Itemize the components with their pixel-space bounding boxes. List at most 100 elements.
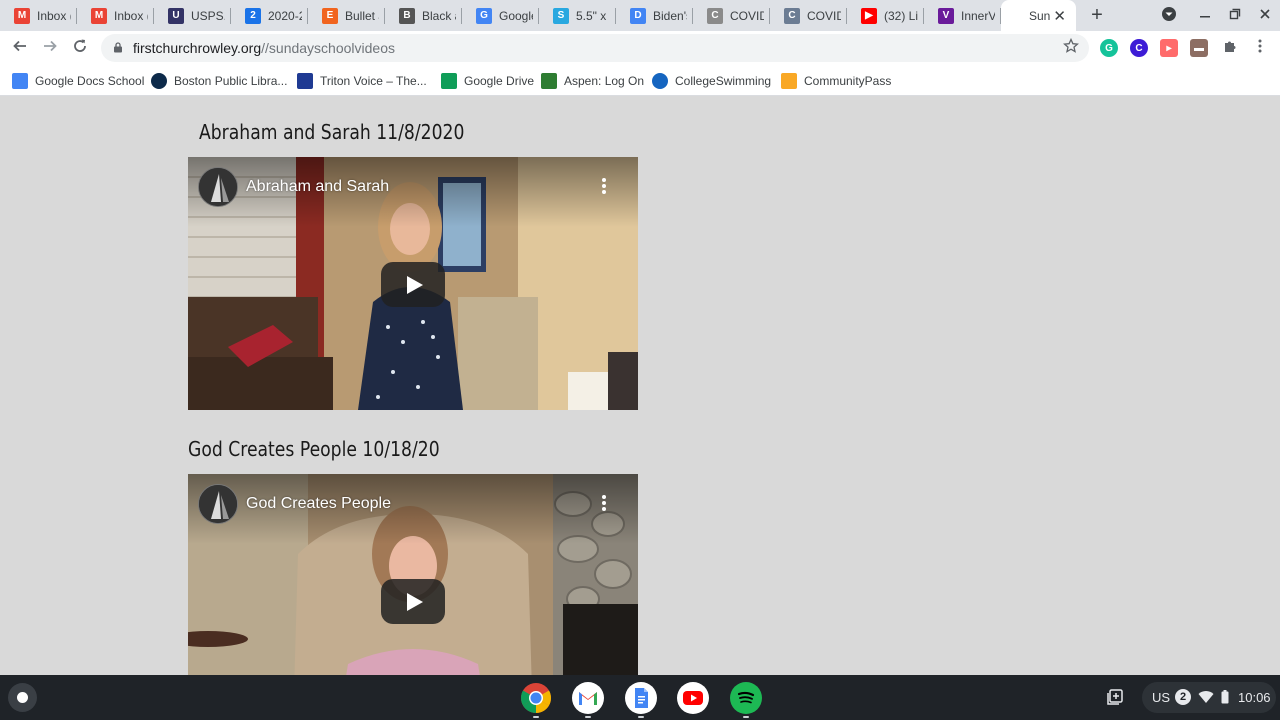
browser-tab[interactable]: V InnerVi xyxy=(924,0,1001,31)
channel-logo-icon xyxy=(199,168,237,206)
launcher-button[interactable] xyxy=(8,683,37,712)
clock: 10:06 xyxy=(1238,690,1271,705)
browser-tab[interactable]: U USPS.co xyxy=(154,0,231,31)
tab-search-button[interactable] xyxy=(1158,6,1180,26)
wifi-icon xyxy=(1198,691,1214,703)
tab-title: Sun xyxy=(1029,8,1051,23)
video-menu-button[interactable] xyxy=(598,177,610,197)
channel-avatar[interactable] xyxy=(198,167,238,207)
address-bar[interactable]: firstchurchrowley.org//sundayschoolvideo… xyxy=(101,34,1089,62)
seal-icon: C xyxy=(784,7,800,24)
url-domain: firstchurchrowley.org xyxy=(133,40,262,56)
shelf-app-gmail[interactable] xyxy=(572,682,604,714)
extensions-puzzle-button[interactable] xyxy=(1218,36,1242,60)
grammarly-icon[interactable]: G xyxy=(1100,39,1118,57)
bookmark-item[interactable]: Boston Public Libra... xyxy=(151,71,287,91)
bookmark-item[interactable]: CommunityPass xyxy=(781,71,891,91)
play-button[interactable] xyxy=(381,579,445,624)
bookmark-item[interactable]: CollegeSwimming xyxy=(652,71,771,91)
tab-title: (32) Liv xyxy=(884,8,918,23)
browser-tab[interactable]: S 5.5" x 8 xyxy=(539,0,616,31)
url-text: firstchurchrowley.org//sundayschoolvideo… xyxy=(133,40,395,56)
shelf-app-chrome[interactable] xyxy=(520,682,552,714)
video-menu-button[interactable] xyxy=(598,494,610,514)
c-extension-icon[interactable]: C xyxy=(1130,39,1148,57)
play-button[interactable] xyxy=(381,262,445,307)
bookmark-item[interactable]: Aspen: Log On xyxy=(541,71,644,91)
browser-tab[interactable]: ▶ (32) Liv xyxy=(847,0,924,31)
running-indicator xyxy=(638,716,644,718)
new-tab-button[interactable]: + xyxy=(1087,3,1107,27)
reload-button[interactable] xyxy=(68,36,92,60)
tab-title: Bullet J xyxy=(345,8,379,23)
forward-button[interactable] xyxy=(38,36,62,60)
lock-icon xyxy=(114,42,122,53)
video-player[interactable]: Abraham and Sarah xyxy=(188,157,638,410)
close-tab-button[interactable]: ✕ xyxy=(1053,7,1066,25)
browser-tab[interactable]: M Inbox (9 xyxy=(0,0,77,31)
bookmarks-bar: Google Docs School Boston Public Libra...… xyxy=(0,65,1280,96)
puzzle-icon xyxy=(1225,41,1236,52)
shelf-app-youtube[interactable] xyxy=(677,682,709,714)
bookmark-label: Aspen: Log On xyxy=(564,74,645,88)
browser-tab-active[interactable]: Sun ✕ xyxy=(1001,0,1076,31)
channel-avatar[interactable] xyxy=(198,484,238,524)
restore-icon xyxy=(1229,8,1241,20)
bookmark-label: Boston Public Libra... xyxy=(174,74,288,88)
shelf-app-spotify[interactable] xyxy=(730,682,762,714)
tab-title: COVID- xyxy=(730,8,764,23)
bookmark-item[interactable]: Google Drive xyxy=(441,71,534,91)
more-vert-icon xyxy=(602,178,606,194)
tab-title: COVID- xyxy=(807,8,841,23)
tote-button[interactable] xyxy=(1106,688,1124,709)
browser-tab[interactable]: C COVID- xyxy=(770,0,847,31)
shelf-app-docs[interactable] xyxy=(625,682,657,714)
tab-title: Inbox (9 xyxy=(37,8,71,23)
browser-tab[interactable]: G Google xyxy=(462,0,539,31)
status-area[interactable]: US 2 10:06 xyxy=(1142,682,1276,713)
dropper-icon[interactable]: ▬ xyxy=(1190,39,1208,57)
minimize-button[interactable] xyxy=(1194,6,1216,26)
library-icon xyxy=(151,73,167,89)
drive-icon xyxy=(441,73,457,89)
keyboard-layout: US xyxy=(1152,690,1171,705)
docs-icon: D xyxy=(630,7,646,24)
spotify-icon xyxy=(737,691,755,704)
close-window-button[interactable] xyxy=(1254,6,1276,26)
tab-title: 2020-21 xyxy=(268,8,302,23)
translate-icon: G xyxy=(476,7,492,24)
restore-button[interactable] xyxy=(1224,6,1246,26)
video-title[interactable]: Abraham and Sarah xyxy=(246,178,389,196)
close-icon xyxy=(1260,9,1270,19)
docs-icon xyxy=(635,688,648,708)
usps-icon: U xyxy=(168,7,184,24)
browser-tab[interactable]: E Bullet J xyxy=(308,0,385,31)
back-button[interactable] xyxy=(8,36,32,60)
store-icon: S xyxy=(553,7,569,24)
browser-tab[interactable]: C COVID- xyxy=(693,0,770,31)
tab-title: Google xyxy=(499,8,533,23)
browser-tab[interactable]: B Black a xyxy=(385,0,462,31)
minimize-icon xyxy=(1200,16,1210,18)
video-player[interactable]: God Creates People xyxy=(188,474,638,675)
browser-tab[interactable]: M Inbox (1 xyxy=(77,0,154,31)
forward-arrow-icon xyxy=(44,40,57,52)
tab-title: InnerVi xyxy=(961,8,995,23)
page-content: Abraham and Sarah 11/8/2020 Abraham and … xyxy=(0,96,1280,675)
tab-title: Biden's xyxy=(653,8,687,23)
tab-title: 5.5" x 8 xyxy=(576,8,610,23)
browser-tab[interactable]: D Biden's xyxy=(616,0,693,31)
screencast-icon[interactable]: ▸ xyxy=(1160,39,1178,57)
tab-title: Inbox (1 xyxy=(114,8,148,23)
etsy-icon: E xyxy=(322,7,338,24)
browser-tab[interactable]: 2 2020-21 xyxy=(231,0,308,31)
bookmark-item[interactable]: Triton Voice – The... xyxy=(297,71,427,91)
url-path: //sundayschoolvideos xyxy=(261,40,395,56)
video-heading: God Creates People 10/18/20 xyxy=(188,437,440,461)
bookmark-star-button[interactable] xyxy=(1063,37,1079,59)
browser-menu-button[interactable] xyxy=(1248,36,1272,60)
bookmark-item[interactable]: Google Docs School xyxy=(12,71,144,91)
video-title[interactable]: God Creates People xyxy=(246,495,391,513)
bookmark-label: Google Drive xyxy=(464,74,535,88)
chevron-down-icon xyxy=(1162,7,1176,21)
